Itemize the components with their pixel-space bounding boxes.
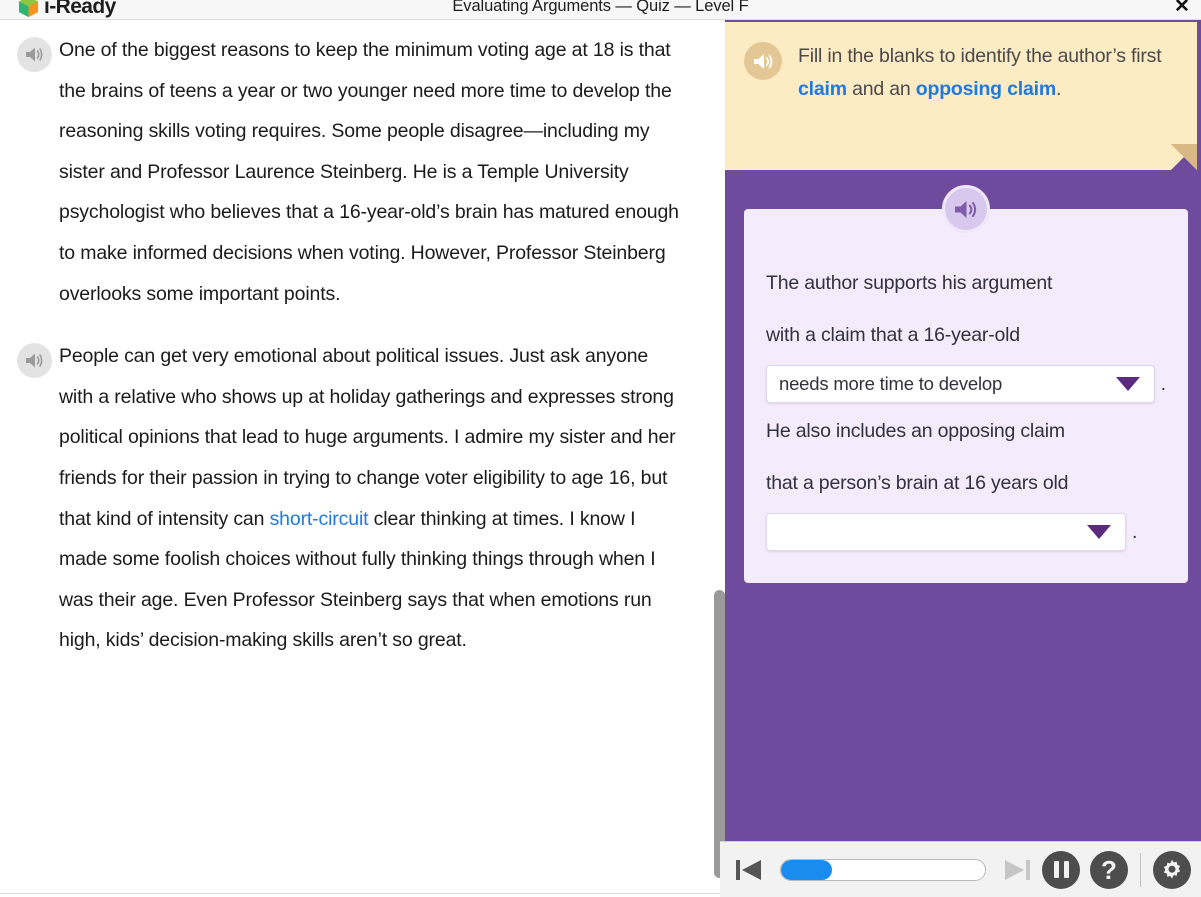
paragraph-2-segment-1: People can get very emotional about poli…	[59, 345, 676, 530]
first-claim-dropdown[interactable]: needs more time to develop	[766, 365, 1155, 403]
opposing-claim-dropdown[interactable]	[766, 513, 1126, 551]
question-card: The author supports his argument with a …	[744, 185, 1188, 583]
instruction-segment-1: Fill in the blanks to identify the autho…	[798, 45, 1162, 67]
instruction-term-claim[interactable]: claim	[798, 78, 847, 100]
progress-bar[interactable]	[780, 858, 986, 881]
question-line-4: that a person’s brain at 16 years old	[766, 472, 1069, 494]
quiz-window: i-Ready Evaluating Arguments — Quiz — Le…	[0, 0, 1201, 897]
reading-passage-panel: One of the biggest reasons to keep the m…	[0, 20, 714, 893]
instruction-text: Fill in the blanks to identify the autho…	[798, 40, 1167, 152]
help-icon: ?	[1101, 854, 1117, 885]
close-icon[interactable]: ✕	[1169, 0, 1195, 19]
opposing-claim-row: .	[766, 513, 1166, 551]
pause-bar-left	[1053, 861, 1059, 878]
speaker-icon[interactable]	[17, 343, 52, 379]
passage-paragraph: One of the biggest reasons to keep the m…	[14, 30, 683, 314]
question-panel: Fill in the blanks to identify the autho…	[720, 20, 1201, 897]
instruction-segment-5: .	[1055, 78, 1062, 100]
chevron-down-icon	[1115, 377, 1140, 391]
paragraph-2-text: People can get very emotional about poli…	[59, 336, 683, 661]
fold-corner-icon	[1171, 144, 1197, 170]
passage-paragraph: People can get very emotional about poli…	[14, 336, 683, 661]
passage-scrollbar-thumb[interactable]	[714, 590, 725, 878]
speaker-icon[interactable]	[17, 37, 52, 72]
question-line-2: with a claim that a 16-year-old	[766, 324, 1020, 346]
player-toolbar: ?	[720, 841, 1201, 897]
highlighted-term-short-circuit[interactable]: short-circuit	[270, 508, 369, 530]
first-claim-dropdown-value: needs more time to develop	[779, 373, 1003, 394]
gear-icon	[1163, 859, 1181, 879]
help-button[interactable]: ?	[1090, 850, 1128, 889]
progress-bar-fill	[781, 859, 832, 880]
reader-bottom-edge	[0, 893, 720, 897]
pause-button[interactable]	[1042, 850, 1080, 889]
title-bar: i-Ready Evaluating Arguments — Quiz — Le…	[0, 0, 1201, 20]
instruction-term-opposing-claim[interactable]: opposing claim	[916, 78, 1056, 100]
question-card-wrapper: The author supports his argument with a …	[744, 185, 1188, 583]
first-claim-row: needs more time to develop .	[766, 365, 1166, 403]
instruction-card: Fill in the blanks to identify the autho…	[724, 22, 1197, 170]
settings-button[interactable]	[1153, 850, 1191, 889]
instruction-segment-3: and an	[846, 78, 916, 100]
previous-button[interactable]	[734, 856, 764, 884]
speaker-icon[interactable]	[942, 185, 990, 233]
page-title: Evaluating Arguments — Quiz — Level F	[452, 0, 749, 15]
chevron-down-icon	[1087, 525, 1111, 539]
first-claim-period: .	[1160, 372, 1166, 395]
opposing-claim-period: .	[1132, 520, 1138, 543]
toolbar-divider	[1140, 852, 1141, 887]
paragraph-1-text: One of the biggest reasons to keep the m…	[59, 30, 683, 314]
question-line-3: He also includes an opposing claim	[766, 420, 1065, 442]
next-button[interactable]	[1002, 856, 1032, 884]
speaker-icon[interactable]	[744, 42, 782, 80]
pause-bar-right	[1063, 861, 1069, 878]
question-line-1: The author supports his argument	[766, 272, 1053, 294]
paragraph-1-segment-1: One of the biggest reasons to keep the m…	[59, 39, 679, 305]
